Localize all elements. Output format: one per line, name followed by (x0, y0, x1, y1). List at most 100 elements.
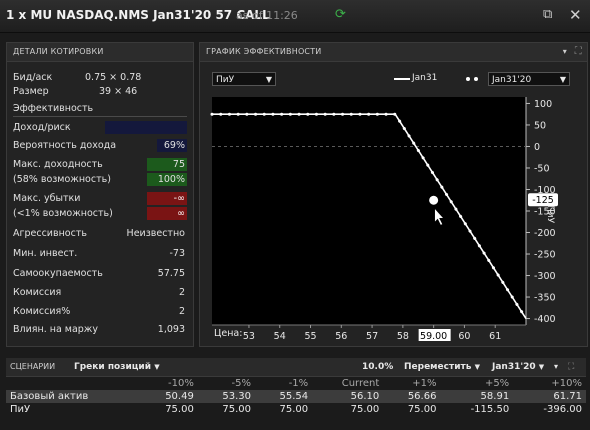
efficiency-section-title: Эффективность (13, 103, 94, 114)
chart-series (210, 112, 528, 321)
max-loss-probability-value: ∞ (147, 207, 187, 220)
aggressiveness-row: Агрессивность Неизвестно (13, 226, 187, 241)
y-axis: 100500-50-100-150-200-250-300-350-400 (212, 97, 556, 325)
max-profit-row: Макс. доходность 75 (13, 157, 187, 172)
commission-pct-value: 2 (178, 306, 185, 317)
move-dropdown[interactable]: Переместить ▼ (404, 358, 480, 376)
row-label: Базовый актив (6, 390, 141, 403)
bid-ask-row: Бид/аск 0.75 × 0.78 (13, 70, 187, 85)
y-tick-label: -350 (534, 293, 556, 304)
table-cell: 58.91 (440, 390, 514, 403)
chevron-down-icon: ▼ (538, 363, 545, 371)
min-invest-value: -73 (169, 248, 185, 259)
max-profit-probability-value: 100% (147, 173, 187, 186)
max-loss-value: -∞ (147, 192, 187, 205)
commission-pct-label: Комиссия% (13, 306, 71, 317)
table-cell: 75.00 (350, 404, 380, 415)
aggressiveness-value: Неизвестно (126, 228, 185, 239)
x-axis-label: Цена: (214, 328, 243, 339)
min-invest-row: Мин. инвест. -73 (13, 246, 187, 261)
column-header: Current (341, 378, 380, 389)
column-header: +10% (551, 378, 582, 389)
scenarios-menu-icon[interactable]: ▾ (554, 358, 558, 376)
x-tick-label: 61 (489, 331, 501, 342)
scenarios-panel: СЦЕНАРИИ Греки позиций ▼ 10.0% Перемести… (6, 358, 586, 430)
max-loss-probability-label: (<1% возможность) (13, 208, 113, 219)
profit-probability-label: Вероятность дохода (13, 140, 117, 151)
right-axis-label: ПиУ (545, 205, 555, 224)
y-tick-label: -400 (534, 314, 556, 325)
table-cell: -115.50 (470, 404, 510, 415)
chevron-down-icon: ▼ (154, 363, 160, 371)
scenario-expiry-dropdown[interactable]: Jan31'20 ▼ (492, 358, 544, 376)
scenarios-expand-icon[interactable]: ⛶ (568, 358, 574, 376)
max-loss-probability-row: (<1% возможность) ∞ (13, 206, 187, 221)
x-tick-label: 57 (366, 331, 378, 342)
max-loss-row: Макс. убытки -∞ (13, 191, 187, 206)
bid-ask-label: Бид/аск (13, 72, 53, 83)
table-cell: 56.10 (312, 390, 384, 403)
as-of-timestamp: as of 11:26 (236, 9, 298, 22)
x-tick-label: 53 (243, 331, 255, 342)
x-tick-label: 60 (458, 331, 470, 342)
margin-impact-label: Влиян. на маржу (13, 324, 98, 335)
max-profit-label: Макс. доходность (13, 159, 103, 170)
margin-impact-value: 1,093 (157, 324, 185, 335)
scenarios-toolbar: СЦЕНАРИИ Греки позиций ▼ 10.0% Перемести… (6, 358, 586, 377)
greeks-dropdown[interactable]: Греки позиций ▼ (74, 358, 160, 376)
breakeven-label: Самоокупаемость (13, 268, 103, 279)
bid-ask-value: 0.75 × 0.78 (85, 72, 142, 83)
x-tick-label: 54 (274, 331, 286, 342)
table-cell: -396.00 (543, 404, 582, 415)
profit-probability-value: 69% (157, 139, 187, 152)
quote-details-header: ДЕТАЛИ КОТИРОВКИ (7, 43, 193, 62)
step-pct-value[interactable]: 10.0% (362, 358, 393, 376)
breakeven-row: Самоокупаемость 57.75 (13, 266, 187, 281)
y-tick-label: 50 (534, 120, 546, 131)
max-profit-value: 75 (147, 158, 187, 171)
scenarios-label: СЦЕНАРИИ (10, 362, 56, 371)
series-dotted-Jan3120 (210, 112, 528, 321)
y-tick-label: -200 (534, 228, 556, 239)
table-row[interactable]: Базовый актив 50.49 53.30 55.54 56.10 56… (6, 390, 586, 403)
performance-chart-panel: ГРАФИК ЭФФЕКТИВНОСТИ ▾ ⛶ ПиУ ▼ Jan31 Jan… (199, 42, 588, 347)
title-bar: 1 x MU NASDAQ.NMS Jan31'20 57 CALL as of… (0, 0, 590, 33)
close-icon[interactable]: ✕ (569, 6, 582, 24)
max-loss-label: Макс. убытки (13, 193, 81, 204)
commission-label: Комиссия (13, 287, 62, 298)
commission-pct-row: Комиссия% 2 (13, 304, 187, 319)
quote-details-panel: ДЕТАЛИ КОТИРОВКИ Бид/аск 0.75 × 0.78 Раз… (6, 42, 194, 347)
table-cell: 75.00 (407, 404, 437, 415)
aggressiveness-label: Агрессивность (13, 228, 87, 239)
table-cell: 61.71 (513, 390, 586, 403)
y-tick-label: 0 (534, 142, 540, 153)
refresh-icon[interactable]: ⟳ (335, 7, 346, 22)
column-header (6, 377, 141, 390)
x-tick-label: 59.00 (420, 331, 447, 342)
return-risk-label: Доход/риск (13, 122, 71, 133)
column-header: -5% (231, 378, 251, 389)
column-header: -10% (167, 378, 194, 389)
x-tick-label: 56 (335, 331, 347, 342)
chevron-down-icon: ▼ (474, 363, 480, 371)
size-row: Размер 39 × 46 (13, 84, 187, 99)
column-header: -1% (288, 378, 309, 389)
window-title: 1 x MU NASDAQ.NMS Jan31'20 57 CALL (6, 8, 270, 22)
y-tick-label: -250 (534, 250, 556, 261)
mouse-cursor-icon (434, 207, 445, 226)
return-risk-row: Доход/риск (13, 120, 187, 135)
popout-icon[interactable]: ⧉ (543, 7, 552, 22)
table-cell: 55.54 (255, 390, 313, 403)
return-risk-value-box (105, 121, 187, 134)
max-profit-probability-row: (58% возможность) 100% (13, 172, 187, 187)
table-row[interactable]: ПиУ 75.00 75.00 75.00 75.00 75.00 -115.5… (6, 403, 586, 416)
size-value: 39 × 46 (99, 86, 138, 97)
y-tick-label: -300 (534, 271, 556, 282)
x-tick-label: 58 (397, 331, 409, 342)
y-tick-label: 100 (534, 99, 552, 110)
scenarios-header-row: -10% -5% -1% Current +1% +5% +10% (6, 377, 586, 390)
performance-chart: 100500-50-100-150-200-250-300-350-400 53… (210, 97, 558, 342)
y-tick-label: -50 (534, 163, 550, 174)
divider (13, 116, 187, 117)
max-profit-probability-label: (58% возможность) (13, 174, 111, 185)
